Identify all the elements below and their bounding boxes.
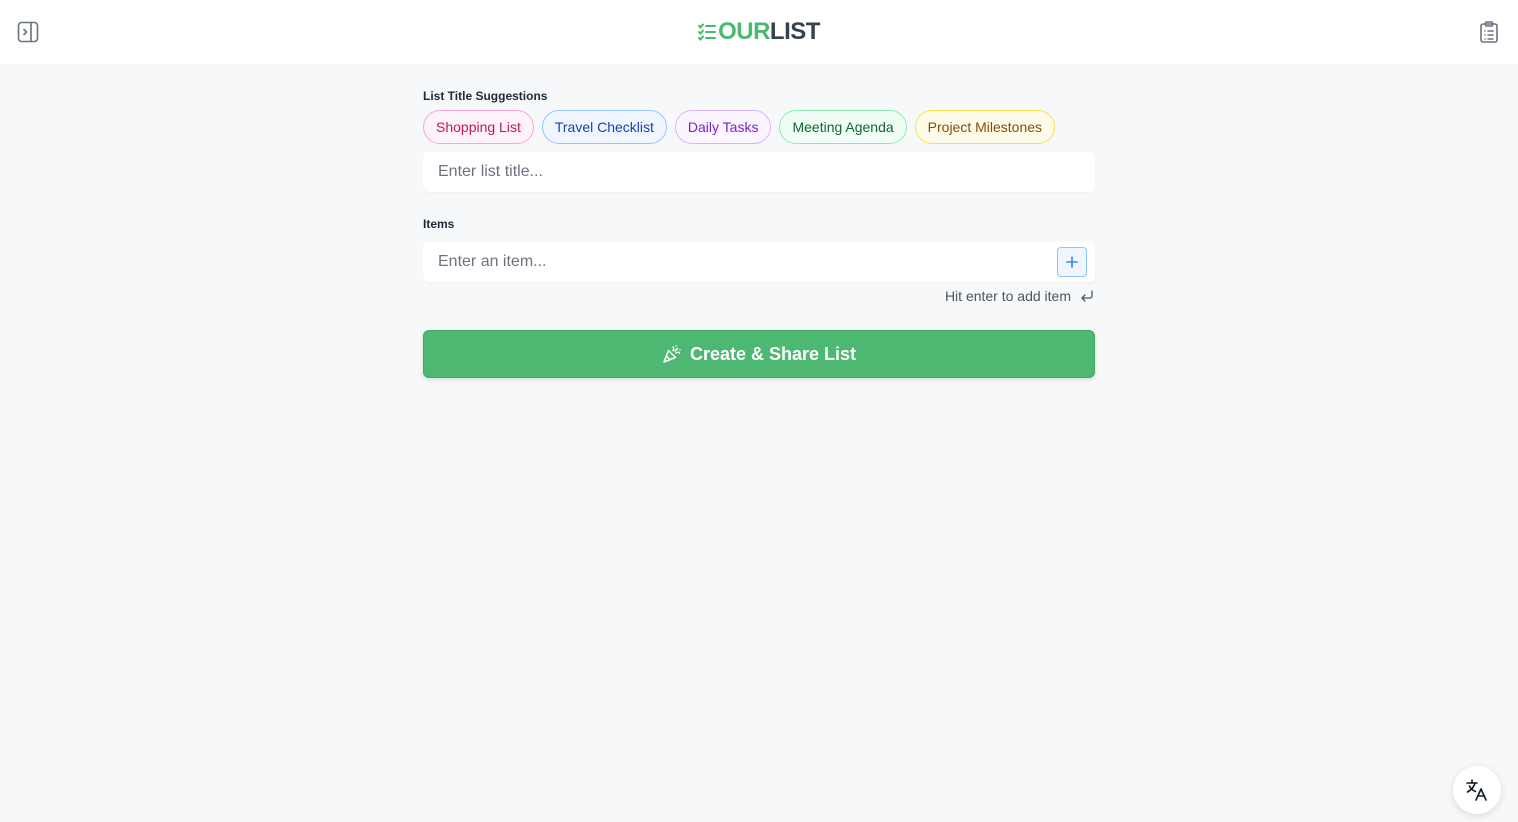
add-item-hint: Hit enter to add item — [945, 288, 1095, 304]
app-logo[interactable]: OUR LIST — [698, 17, 820, 47]
add-item-hint-text: Hit enter to add item — [944, 288, 1071, 304]
suggestions-label: List Title Suggestions — [423, 89, 548, 103]
suggestion-chip-label: Travel Checklist — [554, 119, 654, 135]
suggestion-chip-meeting-agenda[interactable]: Meeting Agenda — [779, 110, 907, 144]
translate-icon — [1466, 779, 1487, 801]
suggestion-chip-daily-tasks[interactable]: Daily Tasks — [674, 110, 772, 144]
suggestion-chips: Shopping List Travel Checklist Daily Tas… — [423, 110, 1056, 144]
plus-icon — [1066, 256, 1078, 268]
sidebar-toggle-icon — [17, 21, 39, 43]
logo-text-our: OUR — [718, 18, 770, 45]
sidebar-toggle-button[interactable] — [16, 20, 40, 44]
list-title-field — [423, 152, 1095, 192]
top-header: OUR LIST — [0, 0, 1518, 64]
suggestion-chip-label: Project Milestones — [927, 119, 1043, 135]
suggestion-chip-shopping-list[interactable]: Shopping List — [423, 110, 534, 144]
list-title-input[interactable] — [438, 163, 1080, 181]
my-lists-button[interactable] — [1477, 20, 1501, 44]
suggestion-chip-label: Shopping List — [436, 119, 521, 135]
translate-button[interactable] — [1453, 766, 1501, 814]
create-share-list-button[interactable]: Create & Share List — [423, 330, 1095, 378]
checklist-icon — [698, 22, 717, 42]
suggestion-chip-label: Meeting Agenda — [792, 119, 894, 135]
create-share-list-label: Create & Share List — [689, 343, 857, 364]
add-item-button[interactable] — [1057, 247, 1087, 277]
clipboard-list-icon — [1480, 21, 1498, 43]
suggestion-chip-label: Daily Tasks — [687, 119, 759, 135]
logo-text-list: LIST — [769, 18, 821, 45]
enter-key-icon — [1081, 290, 1093, 302]
party-popper-icon — [663, 345, 681, 363]
item-input[interactable] — [438, 253, 1038, 271]
suggestion-chip-travel-checklist[interactable]: Travel Checklist — [541, 110, 667, 144]
item-field — [423, 242, 1095, 282]
items-label: Items — [423, 217, 455, 231]
suggestion-chip-project-milestones[interactable]: Project Milestones — [914, 110, 1056, 144]
